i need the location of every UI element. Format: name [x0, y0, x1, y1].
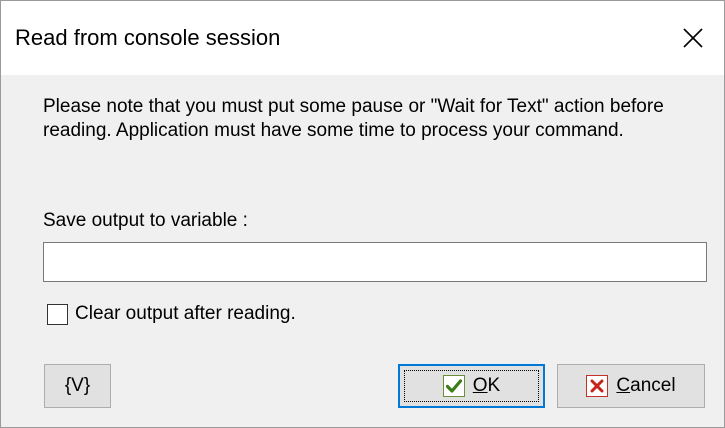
close-icon [683, 28, 703, 48]
focus-ring [404, 370, 539, 402]
insert-variable-button[interactable]: {V} [44, 364, 111, 408]
read-console-dialog: Read from console session Please note th… [0, 0, 725, 428]
close-button[interactable] [662, 1, 724, 75]
variable-input[interactable] [43, 242, 707, 282]
clear-output-label[interactable]: Clear output after reading. [75, 302, 296, 326]
insert-variable-label: {V} [64, 375, 91, 396]
cancel-button[interactable]: Cancel [557, 364, 705, 408]
cancel-button-label: Cancel [616, 375, 676, 396]
title-bar: Read from console session [1, 1, 724, 75]
ok-button[interactable]: OK [398, 364, 545, 408]
clear-output-checkbox[interactable] [47, 303, 68, 325]
instruction-note: Please note that you must put some pause… [43, 96, 664, 141]
variable-label: Save output to variable : [43, 210, 248, 231]
dialog-title: Read from console session [15, 25, 281, 50]
clear-output-option[interactable]: Clear output after reading. [47, 302, 296, 326]
x-mark-icon [586, 375, 609, 397]
